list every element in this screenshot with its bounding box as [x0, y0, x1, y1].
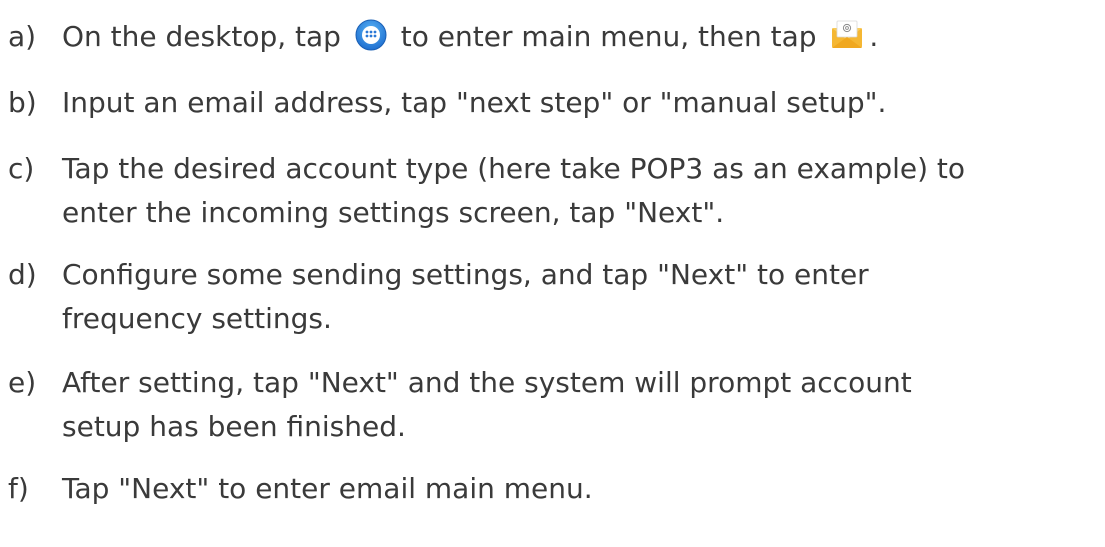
step-text: On the desktop, tap: [62, 20, 341, 53]
step-text: to enter main menu, then tap: [400, 20, 817, 53]
step-line: On the desktop, tap to enter main menu, …: [62, 15, 878, 65]
instruction-list: a) On the desktop, tap to enter main men…: [0, 0, 1105, 547]
step-marker: f): [8, 472, 29, 505]
step-text: Tap the desired account type (here take …: [62, 152, 966, 185]
step-text: frequency settings.: [62, 302, 332, 335]
step-text: After setting, tap "Next" and the system…: [62, 366, 912, 399]
step-text: enter the incoming settings screen, tap …: [62, 196, 725, 229]
step-marker: e): [8, 366, 37, 399]
apps-menu-icon: [354, 18, 388, 65]
step-marker: c): [8, 152, 35, 185]
step-text: setup has been finished.: [62, 410, 406, 443]
step-marker: b): [8, 86, 37, 119]
step-text: .: [869, 20, 879, 53]
step-text: Tap "Next" to enter email main menu.: [62, 472, 593, 505]
step-marker: a): [8, 20, 37, 53]
step-text: Input an email address, tap "next step" …: [62, 86, 887, 119]
email-app-icon: [829, 18, 865, 65]
step-marker: d): [8, 258, 37, 291]
step-text: Configure some sending settings, and tap…: [62, 258, 869, 291]
